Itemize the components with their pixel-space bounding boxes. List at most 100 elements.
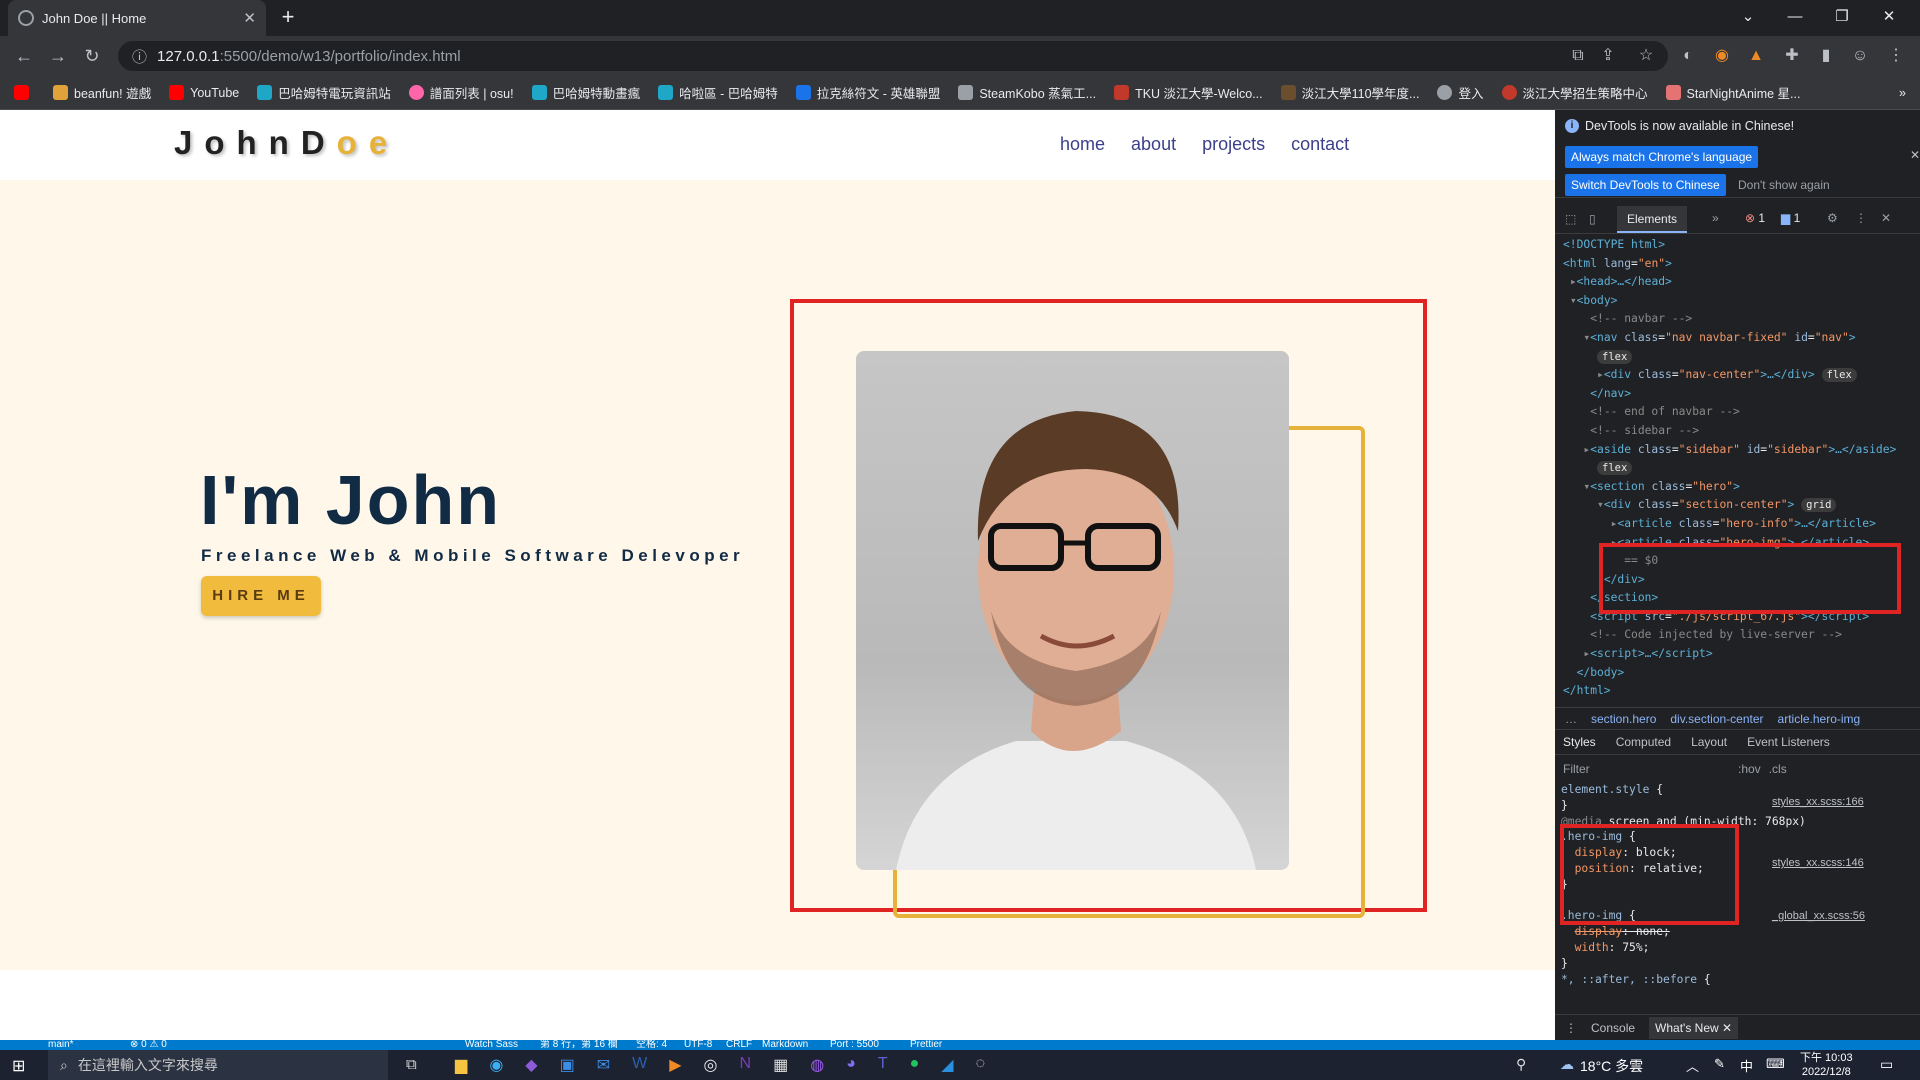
extension-icon[interactable]: ◐ [1676, 44, 1700, 68]
indent-spaces[interactable]: 空格: 4 [636, 1040, 667, 1050]
style-source-link[interactable]: styles_xx.scss:146 [1772, 857, 1864, 869]
ime-indicator[interactable]: 中 [1740, 1056, 1753, 1075]
address-bar[interactable]: ⓘ 127.0.0.1:5500/demo/w13/portfolio/inde… [118, 41, 1668, 71]
problems-count[interactable]: ⊗ 0 ⚠ 0 [130, 1040, 167, 1050]
tab-styles[interactable]: Styles [1563, 735, 1596, 749]
inspect-icon[interactable]: ⬚ [1565, 212, 1576, 226]
cursor-position[interactable]: 第 8 行，第 16 欄 [540, 1040, 618, 1050]
breadcrumb-item[interactable]: section.hero [1591, 712, 1656, 726]
bookmark-item[interactable]: YouTube [169, 85, 239, 100]
maximize-button[interactable]: ❐ [1822, 4, 1862, 30]
edge-icon[interactable]: ◉ [489, 1055, 503, 1075]
style-source-link[interactable]: _global_xx.scss:56 [1772, 910, 1865, 922]
forward-icon[interactable]: → [46, 44, 70, 68]
dom-tree[interactable]: <!DOCTYPE html> <html lang="en"> ▸<head>… [1563, 236, 1896, 701]
browser-tab[interactable]: John Doe || Home ✕ [8, 0, 266, 36]
tab-elements[interactable]: Elements [1617, 206, 1688, 233]
bookmark-item[interactable]: 哈啦區 - 巴哈姆特 [658, 83, 778, 102]
prettier[interactable]: Prettier [910, 1040, 942, 1050]
vscode-icon[interactable]: ◢ [941, 1055, 953, 1075]
translate-icon[interactable]: ⧉ [1566, 44, 1590, 68]
discord-icon[interactable]: ◕ [846, 1055, 856, 1075]
device-toolbar-icon[interactable]: ▯ [1589, 212, 1596, 226]
bookmark-item[interactable]: SteamKobo 蒸氣工... [958, 83, 1096, 102]
app-icon[interactable]: ◌ [976, 1055, 986, 1075]
nav-link-contact[interactable]: contact [1291, 134, 1349, 155]
kebab-menu-icon[interactable]: ⋮ [1855, 211, 1867, 225]
message-count[interactable]: ▆ 1 [1781, 211, 1800, 225]
dont-show-button[interactable]: Don't show again [1738, 178, 1830, 192]
side-panel-icon[interactable]: ▮ [1814, 44, 1838, 68]
encoding[interactable]: UTF-8 [684, 1040, 712, 1050]
live-server-port[interactable]: Port : 5500 [830, 1040, 879, 1050]
info-icon[interactable]: ⓘ [132, 46, 147, 67]
tab-console[interactable]: Console [1591, 1021, 1635, 1035]
teams-icon[interactable]: T [878, 1055, 888, 1075]
media-icon[interactable]: ▶ [669, 1055, 681, 1075]
style-source-link[interactable]: styles_xx.scss:166 [1772, 796, 1864, 808]
bookmark-item[interactable]: 拉克絲符文 - 英雄聯盟 [795, 83, 940, 102]
calculator-icon[interactable]: ▦ [773, 1055, 788, 1075]
visual-studio-icon[interactable]: ◆ [525, 1055, 537, 1075]
task-view-icon[interactable]: ⧉ [406, 1056, 417, 1073]
more-bookmarks-icon[interactable]: » [1899, 86, 1906, 100]
git-branch[interactable]: main* [48, 1040, 74, 1050]
bookmark-item[interactable]: 巴哈姆特電玩資訊站 [257, 83, 391, 102]
avast-icon[interactable]: ▲ [1744, 44, 1768, 68]
messenger-icon[interactable]: ◍ [810, 1055, 824, 1075]
bookmark-item[interactable]: TKU 淡江大學-Welco... [1114, 83, 1263, 102]
mail-icon[interactable]: ✉ [597, 1055, 610, 1075]
tab-computed[interactable]: Computed [1616, 735, 1671, 749]
new-tab-button[interactable]: + [276, 6, 300, 30]
clock[interactable]: 下午 10:03 2022/12/8 [1800, 1051, 1853, 1079]
tab-layout[interactable]: Layout [1691, 735, 1727, 749]
notification-icon[interactable]: ▭ [1880, 1056, 1893, 1073]
more-tabs-icon[interactable]: » [1712, 211, 1719, 225]
cls-toggle[interactable]: .cls [1769, 762, 1787, 776]
nav-link-about[interactable]: about [1131, 134, 1176, 155]
menu-icon[interactable]: ⋮ [1884, 44, 1908, 68]
reload-icon[interactable]: ↻ [80, 44, 104, 68]
close-tab-icon[interactable]: ✕ [243, 9, 256, 27]
nav-link-projects[interactable]: projects [1202, 134, 1265, 155]
match-language-button[interactable]: Always match Chrome's language [1565, 146, 1759, 168]
tab-whats-new[interactable]: What's New ✕ [1649, 1016, 1739, 1039]
onenote-icon[interactable]: N [740, 1055, 752, 1075]
taskbar-search[interactable]: ⌕ 在這裡輸入文字來搜尋 [48, 1050, 388, 1080]
error-count[interactable]: ⊗ 1 [1745, 211, 1765, 225]
store-icon[interactable]: ▣ [560, 1055, 575, 1075]
bookmark-item[interactable]: beanfun! 遊戲 [53, 83, 151, 102]
switch-language-button[interactable]: Switch DevTools to Chinese [1565, 174, 1726, 196]
word-icon[interactable]: W [632, 1055, 647, 1075]
avatar[interactable]: ☺ [1848, 44, 1872, 68]
chrome-icon[interactable]: ◎ [704, 1055, 718, 1075]
share-icon[interactable]: ⇪ [1596, 44, 1620, 68]
tab-search-icon[interactable]: ⌄ [1728, 4, 1768, 30]
windows-start-icon[interactable]: ⊞ [12, 1056, 25, 1076]
watch-sass[interactable]: Watch Sass [465, 1040, 518, 1050]
line-icon[interactable]: ● [910, 1055, 920, 1075]
filter-input[interactable]: Filter [1563, 762, 1738, 776]
hire-me-button[interactable]: HIRE ME [201, 576, 321, 616]
puzzle-icon[interactable]: ✚ [1780, 44, 1804, 68]
language-mode[interactable]: Markdown [762, 1040, 808, 1050]
nav-link-home[interactable]: home [1060, 134, 1105, 155]
pen-icon[interactable]: ✎ [1714, 1056, 1725, 1072]
tab-event-listeners[interactable]: Event Listeners [1747, 735, 1830, 749]
kebab-menu-icon[interactable]: ⋮ [1565, 1021, 1577, 1035]
keyboard-icon[interactable]: ⌨ [1766, 1056, 1785, 1072]
hov-toggle[interactable]: :hov [1738, 762, 1761, 776]
eol[interactable]: CRLF [726, 1040, 752, 1050]
bookmark-item[interactable] [14, 85, 35, 100]
file-explorer-icon[interactable]: ▆ [455, 1055, 467, 1075]
weather-widget[interactable]: ☁ 18°C 多雲 [1560, 1056, 1643, 1076]
close-banner-icon[interactable]: ✕ [1910, 148, 1920, 162]
back-icon[interactable]: ← [12, 44, 36, 68]
site-logo[interactable]: JohnDoe [174, 124, 399, 162]
bookmark-star-icon[interactable]: ☆ [1634, 44, 1658, 68]
bookmark-item[interactable]: StarNightAnime 星... [1665, 83, 1800, 102]
bookmark-item[interactable]: 登入 [1437, 83, 1484, 102]
rss-icon[interactable]: ◉ [1710, 44, 1734, 68]
minimize-button[interactable]: — [1775, 4, 1815, 30]
bookmark-item[interactable]: 巴哈姆特動畫瘋 [531, 83, 640, 102]
